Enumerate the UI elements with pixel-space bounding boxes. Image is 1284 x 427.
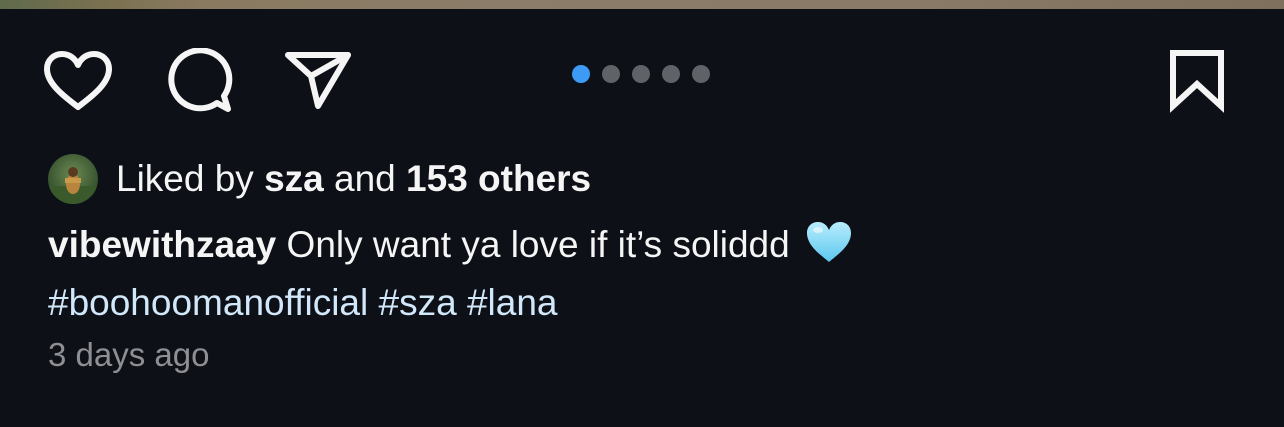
carousel-dot <box>632 65 650 83</box>
post-timestamp: 3 days ago <box>48 336 210 373</box>
carousel-dot <box>602 65 620 83</box>
hashtag-link[interactable]: #sza <box>379 282 457 323</box>
post-caption: vibewithzaay Only want ya love if it’s s… <box>48 219 1228 328</box>
carousel-dot-active <box>572 65 590 83</box>
liked-by-connector: and <box>334 158 396 199</box>
paper-plane-icon <box>285 52 351 109</box>
liked-by-prefix: Liked by <box>116 158 254 199</box>
caption-text: Only want ya love if it’s soliddd <box>286 224 790 265</box>
liker-avatar[interactable] <box>48 154 98 204</box>
caption-hashtags: #boohoomanofficial #sza #lana <box>48 278 1228 328</box>
bookmark-outline-icon <box>1170 50 1224 113</box>
caption-username[interactable]: vibewithzaay <box>48 224 276 265</box>
heart-outline-icon <box>44 51 112 110</box>
carousel-dot <box>662 65 680 83</box>
save-button[interactable] <box>1166 48 1228 114</box>
carousel-indicator <box>572 65 710 83</box>
comment-button[interactable] <box>163 48 235 114</box>
speech-bubble-icon <box>168 48 233 112</box>
light-blue-heart-icon <box>804 219 854 278</box>
like-button[interactable] <box>42 50 114 112</box>
carousel-dot <box>692 65 710 83</box>
liked-by-user[interactable]: sza <box>264 158 324 200</box>
share-button[interactable] <box>282 48 354 112</box>
post-image-edge[interactable] <box>0 0 1284 9</box>
likes-summary[interactable]: Liked by sza and 153 others <box>48 154 591 204</box>
hashtag-link[interactable]: #lana <box>467 282 558 323</box>
hashtag-link[interactable]: #boohoomanofficial <box>48 282 368 323</box>
liked-by-others[interactable]: 153 others <box>406 158 591 200</box>
